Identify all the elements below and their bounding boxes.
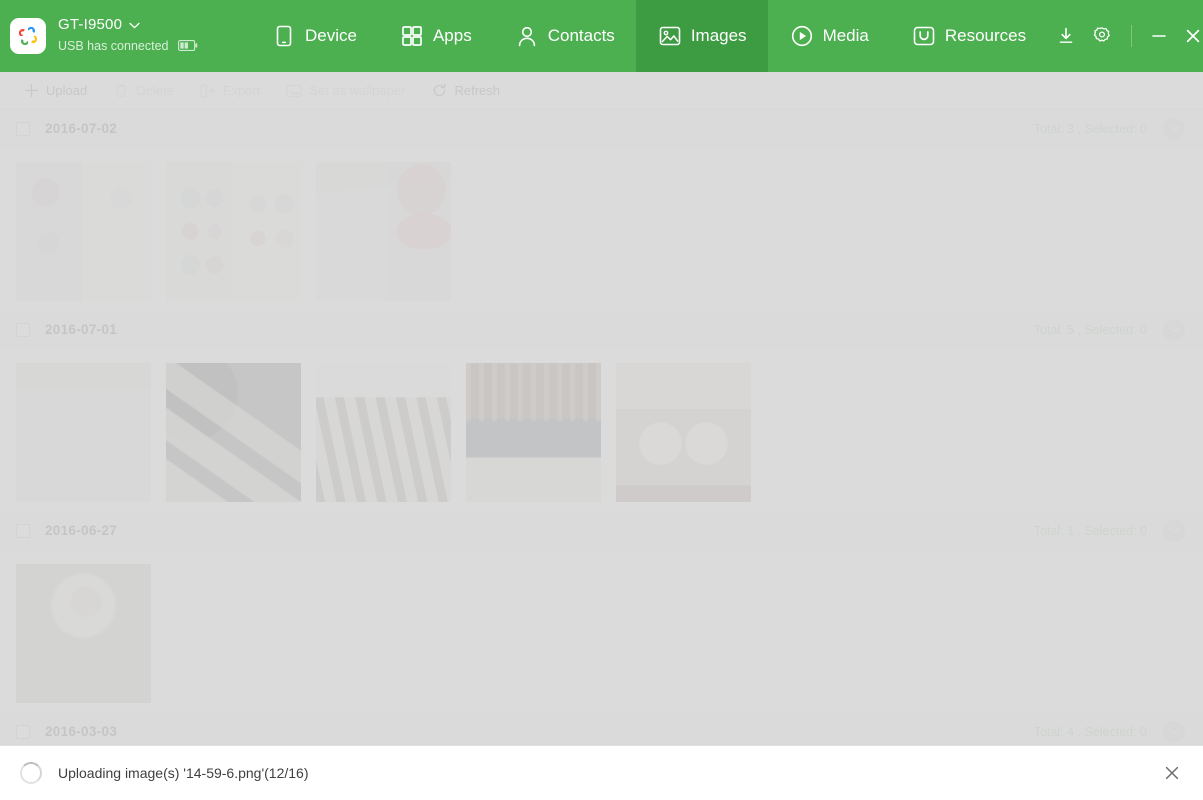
tab-contacts[interactable]: Contacts [493,0,636,72]
set-as-wallpaper-button[interactable]: Set as wallpaper [275,77,416,105]
status-message: Uploading image(s) '14-59-6.png'(12/16) [58,765,309,781]
device-brand[interactable]: GT-I9500 USB has connected [0,0,250,72]
group-header-2016-07-01: 2016-07-01 Total: 5 , Selected: 0 [0,311,1203,349]
person-icon [514,23,540,49]
device-status: USB has connected [58,39,169,54]
export-icon [200,83,216,99]
close-icon[interactable] [1157,758,1187,788]
gear-icon[interactable] [1085,19,1119,53]
window-tools [1047,0,1203,72]
wallpaper-icon [286,83,303,99]
thumbnail-food-1[interactable] [16,564,151,703]
tab-images-label: Images [690,26,747,45]
group-count: Total: 1 , Selected: 0 [1033,523,1147,538]
device-info: GT-I9500 USB has connected [58,15,198,57]
export-label: Export [222,83,261,98]
group-header-2016-07-02: 2016-07-02 Total: 3 , Selected: 0 [0,110,1203,148]
battery-icon [177,37,198,57]
tab-media-label: Media [822,26,869,45]
image-icon [657,23,683,49]
delete-label: Delete [136,83,174,98]
upload-button[interactable]: Upload [12,77,98,105]
tab-contacts-label: Contacts [547,26,615,45]
thumbnail-photo-5[interactable] [616,363,751,502]
thumbnail-row [0,148,1203,311]
app-window: GT-I9500 USB has connected Device Apps C… [0,0,1203,800]
tab-resources-label: Resources [944,26,1027,45]
thumbnail-photo-1[interactable] [16,363,151,502]
tab-images[interactable]: Images [635,0,768,72]
group-date: 2016-07-01 [45,322,118,337]
tab-device[interactable]: Device [250,0,378,72]
tab-media[interactable]: Media [768,0,890,72]
thumbnail-photo-2[interactable] [166,363,301,502]
refresh-label: Refresh [454,83,501,98]
app-header: GT-I9500 USB has connected Device Apps C… [0,0,1203,72]
app-logo-icon [10,18,46,54]
export-button[interactable]: Export [189,77,272,105]
thumbnail-screenshot-3[interactable] [316,162,451,301]
device-name: GT-I9500 [58,15,123,33]
group-count: Total: 4 , Selected: 0 [1033,724,1147,739]
tab-apps-label: Apps [432,26,472,45]
set-as-wallpaper-label: Set as wallpaper [309,83,406,98]
group-checkbox[interactable] [16,121,30,136]
chevron-down-icon[interactable] [1163,117,1185,140]
group-date: 2016-03-03 [45,724,118,739]
minimize-icon[interactable] [1142,19,1176,53]
group-checkbox[interactable] [16,322,30,337]
thumbnail-screenshot-1[interactable] [16,162,151,301]
status-bar: Uploading image(s) '14-59-6.png'(12/16) [0,745,1203,800]
trash-icon [113,83,129,99]
grid-icon [399,23,425,49]
toolbar-divider [1131,25,1133,47]
refresh-button[interactable]: Refresh [420,77,511,105]
group-date: 2016-06-27 [45,523,118,538]
thumbnail-row [0,349,1203,512]
tab-device-label: Device [305,26,357,45]
group-header-2016-03-03: 2016-03-03 Total: 4 , Selected: 0 [0,713,1203,745]
group-checkbox[interactable] [16,523,30,538]
image-list[interactable]: 2016-07-02 Total: 3 , Selected: 0 2016-0… [0,110,1203,745]
plus-icon [23,83,39,99]
thumbnail-screenshot-2[interactable] [166,162,301,301]
chevron-down-icon[interactable] [1163,318,1185,341]
chevron-down-icon[interactable] [129,15,140,35]
play-icon [789,23,815,49]
refresh-icon [431,83,447,99]
download-icon[interactable] [1049,19,1083,53]
action-toolbar: Upload Delete Export Set as wallpaper Re… [0,72,1203,110]
group-checkbox[interactable] [16,724,30,739]
group-date: 2016-07-02 [45,121,118,136]
tab-apps[interactable]: Apps [378,0,493,72]
main-navigation: Device Apps Contacts Images Media Resour… [250,0,1047,72]
upload-label: Upload [46,83,88,98]
tab-resources[interactable]: Resources [890,0,1047,72]
phone-icon [271,23,297,49]
delete-button[interactable]: Delete [102,77,185,105]
group-count: Total: 5 , Selected: 0 [1033,322,1147,337]
chevron-down-icon[interactable] [1163,519,1185,542]
chevron-down-icon[interactable] [1163,720,1185,743]
close-icon[interactable] [1176,19,1203,53]
resources-icon [911,23,937,49]
thumbnail-photo-4[interactable] [466,363,601,502]
thumbnail-photo-3[interactable] [316,363,451,502]
group-header-2016-06-27: 2016-06-27 Total: 1 , Selected: 0 [0,512,1203,550]
thumbnail-row [0,550,1203,713]
group-count: Total: 3 , Selected: 0 [1033,121,1147,136]
loading-spinner-icon [20,762,42,784]
